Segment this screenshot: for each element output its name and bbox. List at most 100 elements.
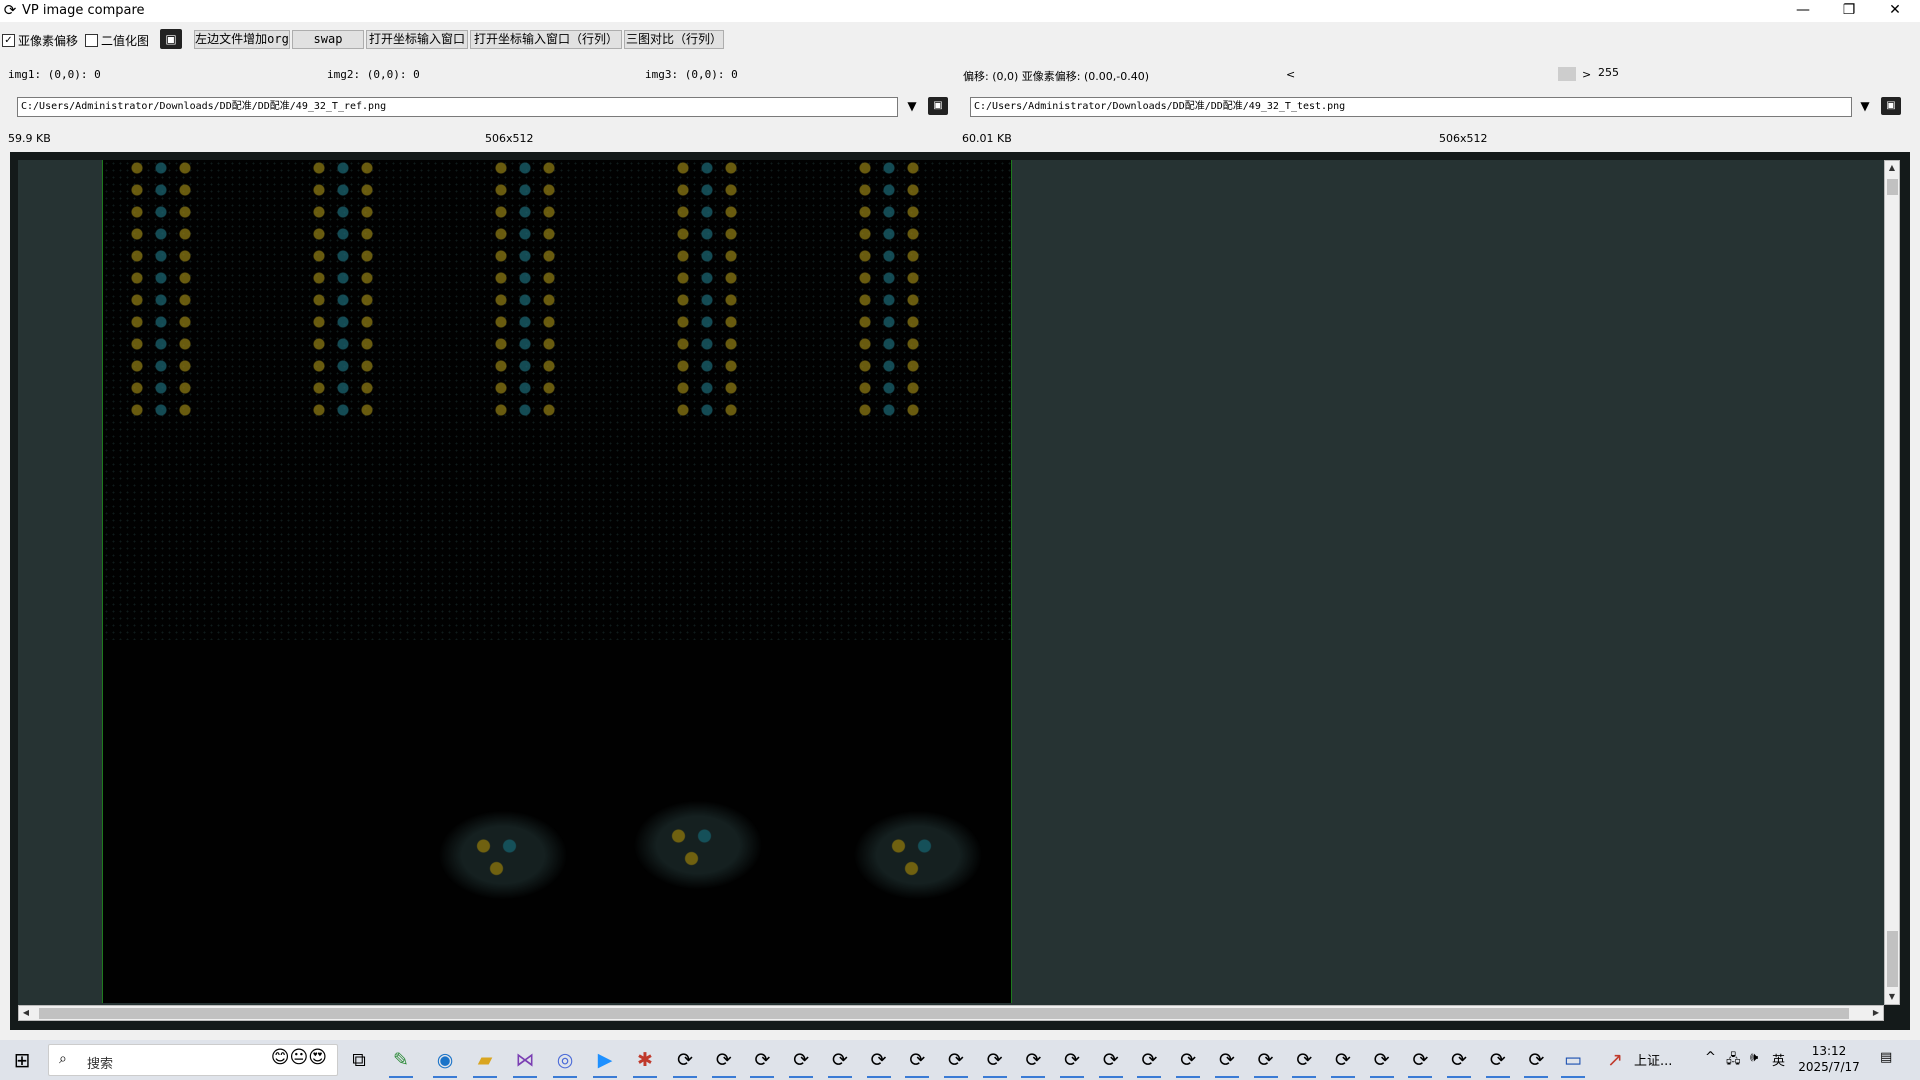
slider-right-arrow[interactable]: >	[1582, 68, 1591, 81]
scroll-thumb[interactable]	[1887, 931, 1898, 987]
stock-label[interactable]: 上证...	[1634, 1050, 1672, 1069]
ime-indicator[interactable]: 英	[1772, 1050, 1785, 1069]
diff-image[interactable]	[102, 160, 1012, 1003]
window-title: VP image compare	[22, 3, 145, 18]
right-path-input[interactable]: C:/Users/Administrator/Downloads/DD配准/DD…	[970, 97, 1852, 117]
browser-icon[interactable]: ◎	[548, 1045, 582, 1078]
window-app-icon[interactable]: ▭	[1556, 1045, 1590, 1078]
windows-start-icon[interactable]: ⊞	[8, 1048, 36, 1072]
threshold-slider[interactable]	[1300, 70, 1576, 82]
subpixel-label: 亚像素偏移	[18, 34, 79, 48]
vp-compare-instance-icon[interactable]: ⟳	[1519, 1045, 1553, 1078]
refresh-arrows-icon: ⟳	[3, 1, 17, 19]
search-icon: ⌕	[59, 1051, 67, 1067]
restore-button[interactable]: ❐	[1826, 0, 1872, 22]
add-org-button[interactable]: 左边文件增加org	[194, 30, 290, 49]
subpixel-checkbox[interactable]: ✓ 亚像素偏移	[2, 32, 78, 49]
volume-icon[interactable]: 🕪	[1750, 1050, 1758, 1065]
vp-compare-instance-icon[interactable]: ⟳	[1287, 1045, 1321, 1078]
vp-compare-instance-icon[interactable]: ⟳	[1326, 1045, 1360, 1078]
clock-time: 13:12	[1811, 1044, 1847, 1058]
feature-blob	[438, 810, 568, 900]
vp-compare-instance-icon[interactable]: ⟳	[1442, 1045, 1476, 1078]
slider-thumb[interactable]	[1558, 67, 1576, 81]
search-box[interactable]: ⌕ 搜索 😊😐😍	[48, 1044, 338, 1076]
vp-compare-instance-icon[interactable]: ⟳	[978, 1045, 1012, 1078]
folder-open-icon[interactable]: ▣	[928, 97, 948, 115]
swap-button[interactable]: swap	[292, 30, 364, 49]
checkbox-box[interactable]: ✓	[2, 34, 15, 47]
feature-column	[489, 160, 561, 420]
feature-column	[125, 160, 197, 420]
notepad-icon[interactable]: ✎	[384, 1045, 418, 1078]
vertical-scrollbar[interactable]: ▲ ▼	[1884, 160, 1900, 1005]
left-dimensions: 506x512	[485, 132, 534, 145]
feature-column	[853, 160, 925, 420]
image-viewer[interactable]	[18, 160, 1884, 1005]
checkbox-box[interactable]	[85, 34, 98, 47]
chevron-down-icon[interactable]: ▼	[905, 99, 919, 113]
toolbar: ✓ 亚像素偏移 二值化图 ▣ 左边文件增加org swap 打开坐标输入窗口 打…	[0, 28, 1920, 50]
slider-left-arrow[interactable]: <	[1286, 68, 1295, 81]
vp-compare-instance-icon[interactable]: ⟳	[1016, 1045, 1050, 1078]
media-app-icon[interactable]: ▶	[588, 1045, 622, 1078]
vp-compare-instance-icon[interactable]: ⟳	[1171, 1045, 1205, 1078]
vp-compare-instance-icon[interactable]: ⟳	[1210, 1045, 1244, 1078]
puzzle-app-icon[interactable]: ✱	[628, 1045, 662, 1078]
vp-compare-instance-icon[interactable]: ⟳	[1249, 1045, 1283, 1078]
img2-readout: img2: (0,0): 0	[327, 68, 420, 81]
stock-chart-icon[interactable]: ↗	[1598, 1045, 1632, 1075]
scroll-right-icon[interactable]: ▶	[1869, 1006, 1883, 1020]
scroll-down-icon[interactable]: ▼	[1885, 990, 1899, 1004]
vp-compare-instance-icon[interactable]: ⟳	[1403, 1045, 1437, 1078]
title-bar: ⟳ VP image compare — ❐ ✕	[0, 0, 1920, 22]
scroll-up-icon[interactable]: ▲	[1885, 161, 1899, 175]
scroll-left-icon[interactable]: ◀	[19, 1006, 33, 1020]
vp-compare-instance-icon[interactable]: ⟳	[745, 1045, 779, 1078]
folder-open-icon[interactable]: ▣	[1881, 97, 1901, 115]
clock[interactable]: 13:12 2025/7/17	[1794, 1043, 1864, 1075]
feature-column	[307, 160, 379, 420]
vp-compare-instance-icon[interactable]: ⟳	[1365, 1045, 1399, 1078]
vp-compare-instance-icon[interactable]: ⟳	[939, 1045, 973, 1078]
emoji-decoration-icon: 😊😐😍	[270, 1047, 327, 1068]
vp-compare-instance-icon[interactable]: ⟳	[862, 1045, 896, 1078]
right-file-size: 60.01 KB	[962, 132, 1012, 145]
task-view-icon[interactable]: ⧉	[342, 1045, 376, 1075]
network-icon[interactable]: 🖧	[1726, 1050, 1741, 1072]
minimize-button[interactable]: —	[1780, 0, 1826, 22]
scroll-thumb[interactable]	[39, 1008, 1849, 1019]
binarize-checkbox[interactable]: 二值化图	[85, 32, 149, 49]
edge-icon[interactable]: ◉	[428, 1045, 462, 1078]
right-dimensions: 506x512	[1439, 132, 1488, 145]
notification-icon[interactable]: ▤	[1880, 1050, 1892, 1065]
feature-column	[671, 160, 743, 420]
close-button[interactable]: ✕	[1872, 0, 1918, 22]
feature-blob	[853, 810, 983, 900]
vp-compare-instance-icon[interactable]: ⟳	[823, 1045, 857, 1078]
vp-compare-instance-icon[interactable]: ⟳	[784, 1045, 818, 1078]
vp-compare-instance-icon[interactable]: ⟳	[900, 1045, 934, 1078]
img3-readout: img3: (0,0): 0	[645, 68, 738, 81]
visual-studio-icon[interactable]: ⋈	[508, 1045, 542, 1078]
vp-compare-instance-icon[interactable]: ⟳	[1055, 1045, 1089, 1078]
open-coord-input-rowcol-button[interactable]: 打开坐标输入窗口（行列）	[470, 30, 622, 49]
offset-readout: 偏移: (0,0) 亚像素偏移: (0.00,-0.40)	[963, 70, 1150, 83]
clock-date: 2025/7/17	[1798, 1060, 1860, 1074]
horizontal-scrollbar[interactable]: ◀ ▶	[18, 1005, 1884, 1021]
open-coord-input-button[interactable]: 打开坐标输入窗口	[366, 30, 468, 49]
left-file-size: 59.9 KB	[8, 132, 51, 145]
file-explorer-icon[interactable]: ▰	[468, 1045, 502, 1078]
scroll-thumb[interactable]	[1887, 179, 1898, 195]
img1-readout: img1: (0,0): 0	[8, 68, 101, 81]
vp-compare-instance-icon[interactable]: ⟳	[1094, 1045, 1128, 1078]
left-path-input[interactable]: C:/Users/Administrator/Downloads/DD配准/DD…	[17, 97, 898, 117]
vp-compare-instance-icon[interactable]: ⟳	[1481, 1045, 1515, 1078]
vp-compare-instance-icon[interactable]: ⟳	[668, 1045, 702, 1078]
vp-compare-instance-icon[interactable]: ⟳	[1132, 1045, 1166, 1078]
tray-chevron-icon[interactable]: ^	[1705, 1050, 1716, 1065]
chevron-down-icon[interactable]: ▼	[1858, 99, 1872, 113]
three-image-compare-button[interactable]: 三图对比（行列）	[624, 30, 724, 49]
vp-compare-instance-icon[interactable]: ⟳	[707, 1045, 741, 1078]
folder-open-icon[interactable]: ▣	[160, 29, 182, 49]
